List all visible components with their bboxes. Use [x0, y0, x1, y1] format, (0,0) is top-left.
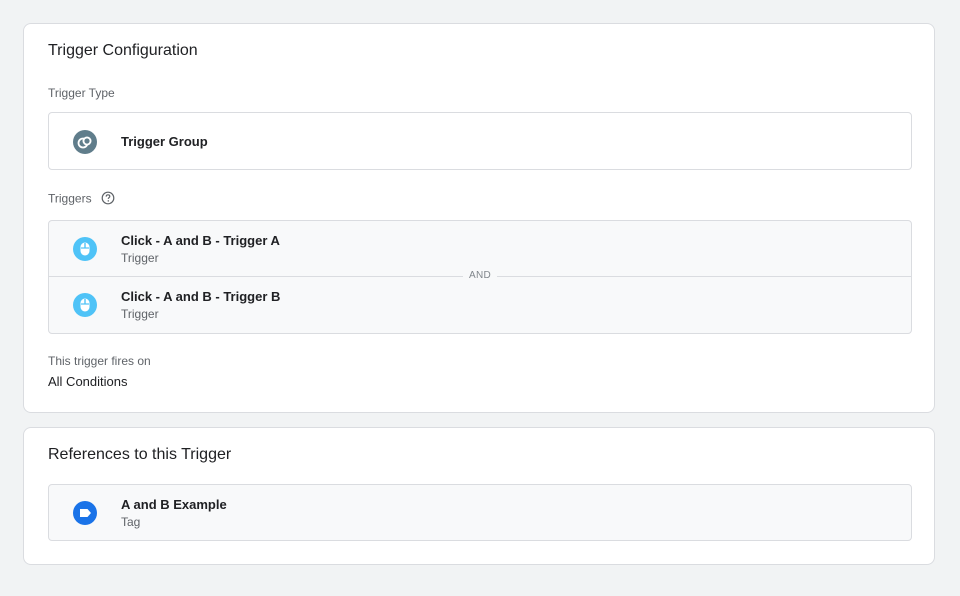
triggers-label: Triggers: [48, 191, 115, 208]
trigger-name: Click - A and B - Trigger A: [121, 233, 280, 248]
trigger-row-b[interactable]: Click - A and B - Trigger B Trigger: [49, 277, 911, 333]
references-card: References to this Trigger A and B Examp…: [23, 427, 935, 565]
trigger-name: Click - A and B - Trigger B: [121, 289, 281, 304]
mouse-icon: [72, 292, 98, 318]
reference-type: Tag: [121, 515, 141, 529]
trigger-type-name: Trigger Group: [121, 134, 208, 149]
trigger-type: Trigger: [121, 251, 159, 265]
card-title: References to this Trigger: [48, 446, 232, 463]
help-icon[interactable]: [101, 191, 115, 208]
reference-name: A and B Example: [121, 497, 227, 512]
fires-on-label: This trigger fires on: [48, 354, 151, 368]
trigger-type-label: Trigger Type: [48, 86, 115, 100]
triggers-label-text: Triggers: [48, 191, 92, 206]
trigger-group-icon: [72, 129, 98, 155]
card-title: Trigger Configuration: [48, 42, 198, 59]
mouse-icon: [72, 236, 98, 262]
trigger-type: Trigger: [121, 307, 159, 321]
trigger-configuration-card: Trigger Configuration Trigger Type Trigg…: [23, 23, 935, 413]
triggers-list: Click - A and B - Trigger A Trigger AND …: [48, 220, 912, 334]
trigger-type-row[interactable]: Trigger Group: [48, 112, 912, 170]
reference-row[interactable]: A and B Example Tag: [48, 484, 912, 541]
trigger-row-a[interactable]: Click - A and B - Trigger A Trigger: [49, 221, 911, 277]
tag-icon: [72, 500, 98, 526]
fires-on-value: All Conditions: [48, 374, 128, 389]
